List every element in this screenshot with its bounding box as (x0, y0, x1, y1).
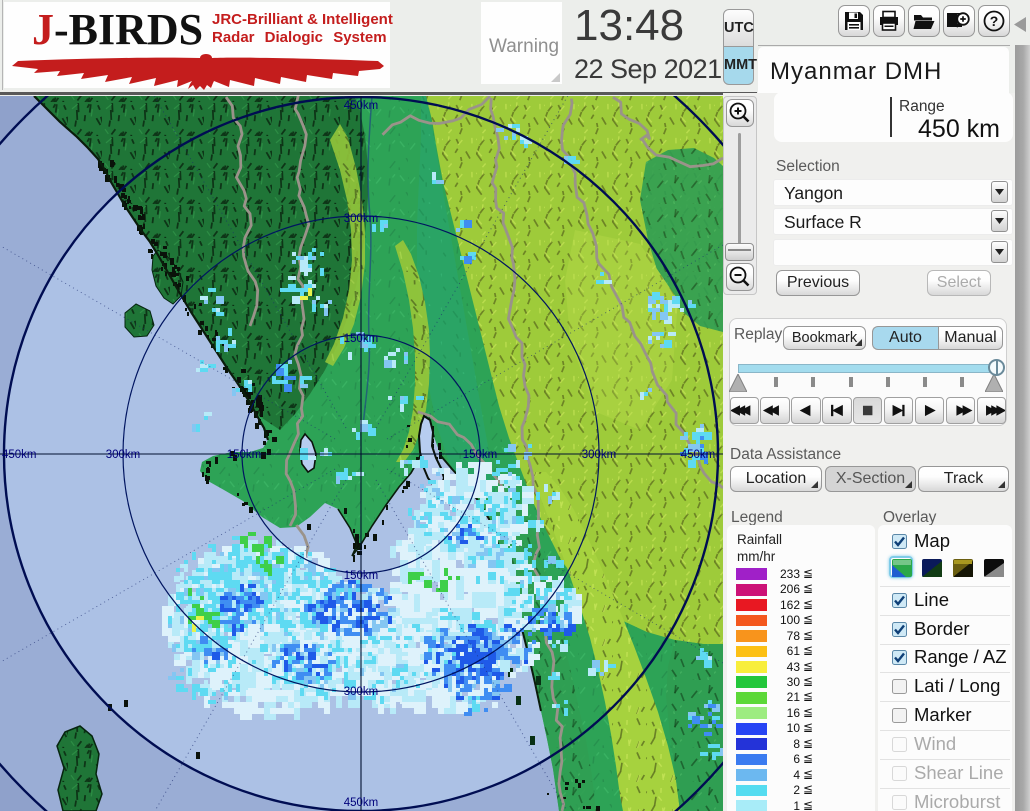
svg-text:150km: 150km (463, 449, 498, 461)
svg-text:450km: 450km (681, 449, 716, 461)
svg-text:150km: 150km (227, 449, 262, 461)
svg-text:300km: 300km (344, 686, 379, 698)
svg-text:?: ? (990, 13, 999, 29)
svg-text:450km: 450km (344, 100, 379, 112)
svg-text:450km: 450km (2, 449, 37, 461)
svg-text:300km: 300km (106, 449, 141, 461)
svg-text:150km: 150km (344, 333, 379, 345)
svg-text:300km: 300km (344, 213, 379, 225)
svg-text:450km: 450km (344, 797, 379, 809)
svg-text:150km: 150km (344, 570, 379, 582)
svg-text:300km: 300km (582, 449, 617, 461)
